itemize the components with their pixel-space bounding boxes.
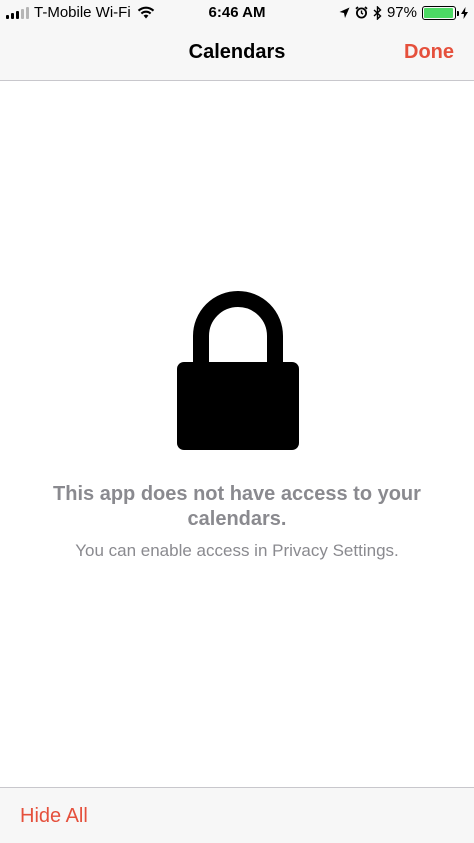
alarm-clock-icon (355, 6, 368, 19)
charging-bolt-icon (461, 6, 468, 19)
done-button[interactable]: Done (404, 41, 454, 64)
page-title: Calendars (188, 41, 286, 63)
navigation-bar: Calendars Done (0, 28, 474, 81)
status-bar: T-Mobile Wi-Fi 6:46 AM 97% (0, 0, 474, 28)
location-arrow-icon (339, 7, 350, 18)
battery-level-fill (424, 7, 454, 18)
privacy-settings-hint: You can enable access in Privacy Setting… (75, 541, 399, 560)
no-access-message: This app does not have access to your ca… (53, 483, 421, 530)
hide-all-button[interactable]: Hide All (20, 805, 88, 828)
bottom-toolbar: Hide All (0, 787, 474, 843)
lock-icon (177, 291, 299, 450)
battery-percent: 97% (386, 4, 417, 21)
battery-icon (422, 5, 459, 20)
status-right: 97% (339, 4, 468, 21)
calendar-access-message: This app does not have access to your ca… (0, 82, 474, 787)
bluetooth-icon (373, 5, 382, 20)
